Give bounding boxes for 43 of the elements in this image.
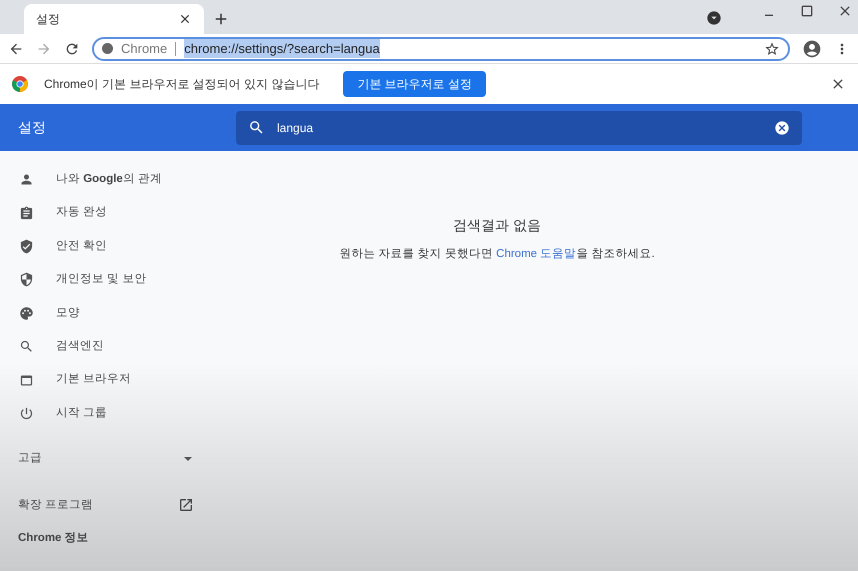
sidebar-item[interactable]: 시작 그룹 <box>0 396 208 430</box>
advanced-toggle[interactable]: 고급 <box>0 436 208 482</box>
search-icon <box>19 339 34 354</box>
chrome-logo-icon <box>12 76 28 92</box>
clipboard-icon <box>19 206 34 221</box>
sidebar-item[interactable]: 자동 완성 <box>0 196 208 230</box>
set-default-button[interactable]: 기본 브라우저로 설정 <box>343 71 486 97</box>
reload-icon[interactable] <box>64 40 80 56</box>
settings-title: 설정 <box>17 118 47 137</box>
browser-tab[interactable]: 설정 <box>24 4 204 34</box>
star-icon[interactable] <box>764 40 780 56</box>
shield-check-icon <box>19 238 34 254</box>
scheme-label: Chrome <box>121 40 168 58</box>
no-results-message: 원하는 자료를 찾지 못했다면 Chrome 도움말을 참조하세요. <box>339 247 655 262</box>
tab-title: 설정 <box>36 11 61 28</box>
sidebar-item[interactable]: 검색엔진 <box>0 330 208 364</box>
search-icon <box>248 119 265 136</box>
infobar-message: Chrome이 기본 브라우저로 설정되어 있지 않습니다 <box>44 76 320 93</box>
url-text: chrome://settings/?search=langua <box>184 38 380 58</box>
maximize-icon[interactable] <box>799 3 815 19</box>
search-field[interactable]: langua <box>236 110 802 144</box>
sidebar-item[interactable]: 모양 <box>0 296 208 330</box>
clear-icon[interactable] <box>774 120 790 136</box>
external-link-icon <box>178 497 194 514</box>
extensions-link[interactable]: 확장 프로그램 <box>0 482 208 528</box>
profile-icon[interactable] <box>802 38 822 58</box>
person-icon <box>19 172 34 188</box>
palette-icon <box>19 306 34 321</box>
help-link[interactable]: Chrome 도움말 <box>496 248 576 260</box>
close-icon[interactable] <box>178 12 192 26</box>
window-icon <box>19 372 34 388</box>
power-icon <box>19 406 34 421</box>
dropdown-icon[interactable] <box>706 10 722 26</box>
sidebar-item[interactable]: 기본 브라우저 <box>0 363 208 397</box>
search-value: langua <box>277 120 314 136</box>
shield-icon <box>19 272 34 288</box>
address-bar[interactable]: Chrome chrome://settings/?search=langua <box>92 36 790 60</box>
site-info-icon[interactable] <box>102 43 113 54</box>
sidebar-item[interactable]: 개인정보 및 보안 <box>0 263 208 297</box>
sidebar-item[interactable]: 안전 확인 <box>0 230 208 264</box>
sidebar-item[interactable]: 나와 Google의 관계 <box>0 163 208 196</box>
about-chrome-link[interactable]: Chrome 정보 <box>0 530 208 548</box>
no-results-title: 검색결과 없음 <box>453 216 541 235</box>
